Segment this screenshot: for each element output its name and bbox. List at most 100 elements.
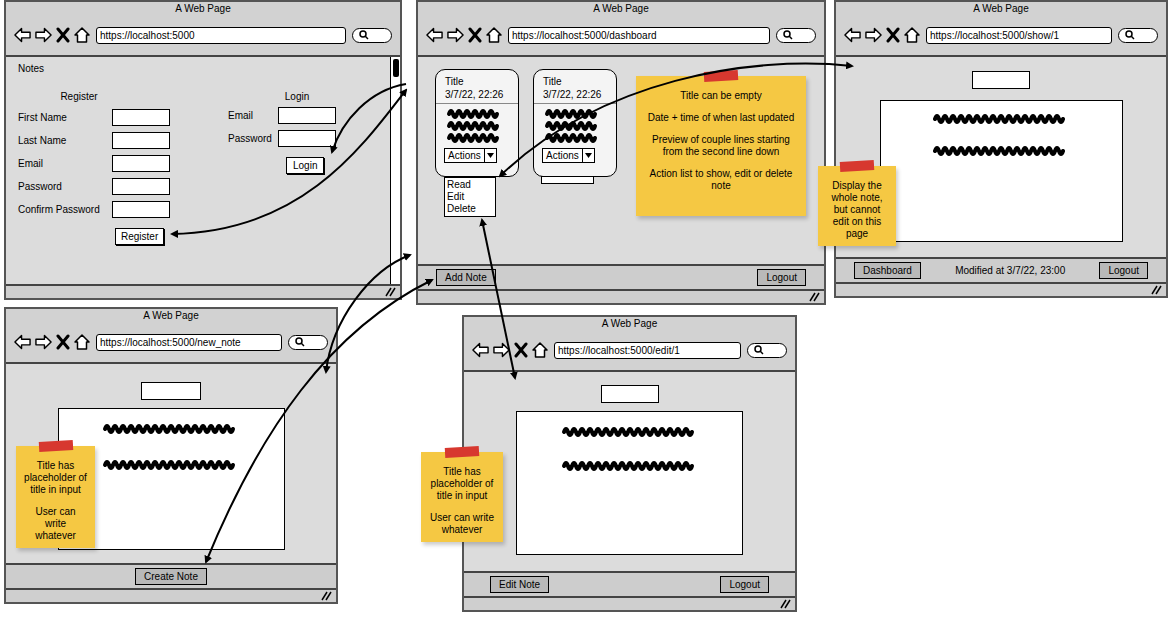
page-footer: Edit Note Logout bbox=[464, 571, 795, 596]
logout-button[interactable]: Logout bbox=[1099, 262, 1148, 279]
text-scribble bbox=[543, 120, 599, 132]
close-icon[interactable] bbox=[468, 27, 482, 43]
field-label: Confirm Password bbox=[18, 204, 112, 216]
text-scribble bbox=[560, 426, 700, 438]
create-note-button[interactable]: Create Note bbox=[135, 568, 207, 585]
note-card-wrapper: Title3/7/22, 22:26Actions bbox=[533, 69, 617, 177]
forward-arrow-icon[interactable] bbox=[35, 334, 52, 350]
sticky-text: User can write whatever bbox=[24, 506, 87, 542]
logout-button[interactable]: Logout bbox=[757, 269, 806, 286]
field-label: First Name bbox=[18, 112, 112, 124]
scrollbar[interactable] bbox=[390, 57, 400, 284]
actions-dropdown[interactable]: Actions bbox=[444, 148, 497, 163]
text-input[interactable] bbox=[112, 201, 170, 218]
sticky-tape bbox=[840, 160, 874, 172]
add-note-button[interactable]: Add Note bbox=[436, 269, 496, 286]
back-arrow-icon[interactable] bbox=[844, 27, 861, 43]
search-field[interactable] bbox=[747, 343, 787, 358]
url-field[interactable]: https://localhost:5000/new_note bbox=[96, 334, 282, 351]
menu-item[interactable]: Delete bbox=[447, 203, 493, 215]
forward-arrow-icon[interactable] bbox=[493, 342, 510, 358]
resize-grip-icon[interactable] bbox=[808, 292, 820, 302]
close-icon[interactable] bbox=[514, 342, 528, 358]
resize-grip-icon[interactable] bbox=[1150, 285, 1162, 295]
window-bottom-bar bbox=[6, 588, 336, 602]
text-input[interactable] bbox=[112, 109, 170, 126]
register-button[interactable]: Register bbox=[115, 228, 164, 245]
register-dashboard-arrow bbox=[172, 90, 406, 234]
logout-button[interactable]: Logout bbox=[720, 576, 769, 593]
sticky-tape bbox=[704, 70, 738, 82]
forward-arrow-icon[interactable] bbox=[447, 27, 464, 43]
edit-note-button[interactable]: Edit Note bbox=[490, 576, 549, 593]
resize-grip-icon[interactable] bbox=[384, 287, 396, 297]
sticky-text: Preview of couple lines starting from th… bbox=[644, 134, 798, 158]
actions-dropdown[interactable]: Actions bbox=[542, 148, 595, 163]
home-icon[interactable] bbox=[486, 27, 502, 43]
title-input[interactable] bbox=[601, 385, 659, 403]
register-form: RegisterFirst NameLast NameEmailPassword… bbox=[18, 91, 170, 245]
back-arrow-icon[interactable] bbox=[14, 27, 31, 43]
text-input[interactable] bbox=[112, 132, 170, 149]
back-arrow-icon[interactable] bbox=[472, 342, 489, 358]
note-body-input[interactable] bbox=[516, 411, 743, 555]
field-label: Last Name bbox=[18, 135, 112, 147]
page-content bbox=[464, 370, 795, 571]
home-icon[interactable] bbox=[74, 334, 90, 350]
forward-arrow-icon[interactable] bbox=[865, 27, 882, 43]
scrollbar-thumb[interactable] bbox=[393, 59, 399, 77]
forward-arrow-icon[interactable] bbox=[35, 27, 52, 43]
resize-grip-icon[interactable] bbox=[779, 599, 791, 609]
home-icon[interactable] bbox=[904, 27, 920, 43]
url-field[interactable]: https://localhost:5000/dashboard bbox=[508, 27, 770, 44]
login-form: LoginEmailPasswordLogin bbox=[228, 91, 338, 245]
search-field[interactable] bbox=[288, 335, 328, 350]
text-scribble bbox=[560, 460, 700, 472]
search-field[interactable] bbox=[352, 28, 392, 43]
search-field[interactable] bbox=[776, 28, 816, 43]
page-content: NotesRegisterFirst NameLast NameEmailPas… bbox=[6, 55, 400, 284]
window-bottom-bar bbox=[836, 282, 1166, 296]
window-title: A Web Page bbox=[418, 2, 824, 15]
sticky-text: Title has placeholder of title in input bbox=[24, 460, 87, 496]
text-scribble bbox=[543, 108, 599, 120]
text-scribble bbox=[445, 108, 501, 120]
search-icon bbox=[295, 337, 305, 347]
search-icon bbox=[359, 30, 369, 40]
close-icon[interactable] bbox=[56, 334, 70, 350]
back-arrow-icon[interactable] bbox=[14, 334, 31, 350]
field-label: Email bbox=[18, 158, 112, 170]
home-icon[interactable] bbox=[532, 342, 548, 358]
login-button[interactable]: Login bbox=[286, 157, 324, 174]
close-icon[interactable] bbox=[56, 27, 70, 43]
search-icon bbox=[754, 345, 764, 355]
menu-item[interactable]: Read bbox=[447, 179, 493, 191]
title-input[interactable] bbox=[141, 382, 201, 400]
edit-page-arrow bbox=[482, 220, 515, 378]
edit-sticky-note: Title has placeholder of title in inputU… bbox=[421, 452, 503, 542]
text-input[interactable] bbox=[112, 178, 170, 195]
text-input[interactable] bbox=[112, 155, 170, 172]
text-input[interactable] bbox=[278, 130, 336, 147]
back-arrow-icon[interactable] bbox=[426, 27, 443, 43]
modified-time: Modified at 3/7/22, 23:00 bbox=[955, 263, 1065, 278]
flow-arrows bbox=[0, 0, 1175, 625]
window-title: A Web Page bbox=[6, 309, 336, 322]
note-card: Title3/7/22, 22:26Actions bbox=[533, 69, 617, 177]
home-icon[interactable] bbox=[74, 27, 90, 43]
sticky-text: Action list to show, edit or delete note bbox=[644, 168, 798, 192]
new-note-dashboard-arrow bbox=[326, 255, 410, 372]
browser-header: A Web Page https://localhost:5000/new_not… bbox=[6, 309, 336, 362]
url-field[interactable]: https://localhost:5000/show/1 bbox=[926, 27, 1112, 44]
menu-item[interactable]: Edit bbox=[447, 191, 493, 203]
note-body-display bbox=[880, 100, 1123, 242]
search-field[interactable] bbox=[1118, 28, 1158, 43]
url-field[interactable]: https://localhost:5000 bbox=[96, 27, 346, 44]
dashboard-button[interactable]: Dashboard bbox=[854, 262, 921, 279]
resize-grip-icon[interactable] bbox=[320, 591, 332, 601]
text-input[interactable] bbox=[278, 107, 336, 124]
url-field[interactable]: https://localhost:5000/edit/1 bbox=[554, 342, 741, 359]
register-heading: Register bbox=[18, 91, 170, 103]
card-title: Title bbox=[445, 75, 509, 88]
close-icon[interactable] bbox=[886, 27, 900, 43]
